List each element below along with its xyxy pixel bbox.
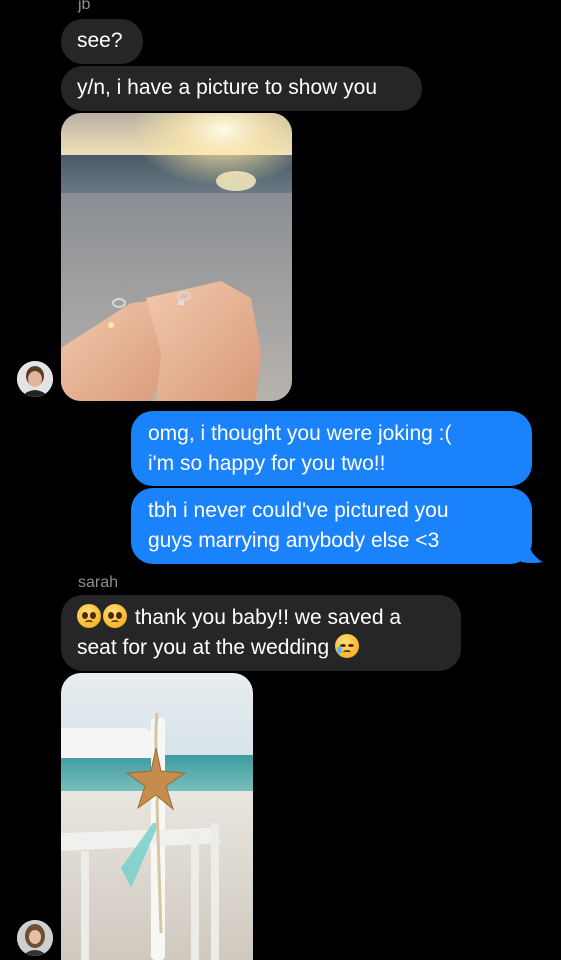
sender-name-jb: jb — [78, 0, 91, 13]
message-text: see? — [77, 29, 123, 52]
outgoing-message-bubble[interactable]: tbh i never could've pictured you guys m… — [131, 488, 532, 564]
crying-face-icon — [335, 634, 360, 658]
avatar-sarah[interactable] — [17, 920, 53, 956]
pleading-face-icon — [77, 604, 101, 628]
incoming-message-bubble[interactable]: y/n, i have a picture to show you — [61, 66, 422, 111]
sender-name-sarah: sarah — [78, 574, 119, 591]
message-text-line: thank you baby!! we saved a — [77, 603, 461, 633]
photo-attachment-wedding-chair[interactable] — [61, 673, 253, 960]
message-text-line: guys marrying anybody else <3 — [148, 529, 440, 552]
photo-attachment-beach-rings[interactable] — [61, 113, 292, 401]
message-text-line: i'm so happy for you two!! — [148, 452, 386, 475]
bubble-tail-icon — [521, 540, 543, 563]
message-text: seat for you at the wedding — [77, 636, 330, 659]
outgoing-message-bubble[interactable]: omg, i thought you were joking :( i'm so… — [131, 411, 532, 486]
message-text-line: omg, i thought you were joking :( — [148, 422, 452, 445]
message-text: y/n, i have a picture to show you — [77, 76, 377, 99]
message-text-line: tbh i never could've pictured you — [148, 499, 449, 522]
wedding-chair-image — [61, 673, 253, 960]
avatar-sarah-image — [17, 920, 53, 956]
beach-rings-image — [61, 113, 292, 401]
avatar-jb[interactable] — [17, 361, 53, 397]
avatar-jb-image — [17, 361, 53, 397]
pleading-face-icon — [103, 604, 127, 628]
incoming-message-bubble[interactable]: thank you baby!! we saved a seat for you… — [61, 595, 461, 671]
message-text: thank you baby!! we saved a — [134, 606, 402, 629]
incoming-message-bubble[interactable]: see? — [61, 19, 143, 64]
message-text-line: seat for you at the wedding — [77, 633, 461, 663]
